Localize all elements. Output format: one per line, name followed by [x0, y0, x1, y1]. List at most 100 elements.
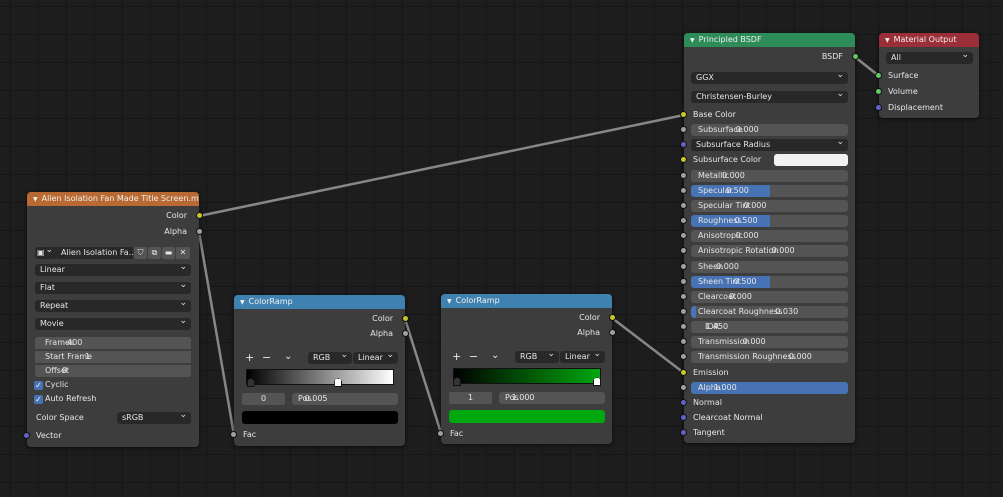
input-fac-socket[interactable]: [437, 430, 444, 437]
output-alpha-socket[interactable]: [609, 329, 616, 336]
position-field[interactable]: Pos0.005: [292, 393, 398, 405]
extension-dropdown[interactable]: Repeat: [35, 297, 191, 312]
color-ramp-gradient[interactable]: [246, 369, 394, 385]
node-header[interactable]: ▼ ColorRamp: [441, 294, 612, 308]
node-header[interactable]: ▼ Principled BSDF: [684, 33, 855, 47]
input-vector-socket[interactable]: [23, 432, 30, 439]
input-transmission-roughness-slider[interactable]: Transmission Roughness0.000: [691, 351, 848, 363]
output-alpha-socket[interactable]: [402, 330, 409, 337]
input-volume-socket[interactable]: [875, 88, 882, 95]
input-normal-socket[interactable]: [680, 399, 687, 406]
duplicate-icon[interactable]: ⧉: [148, 247, 161, 259]
input-metallic-socket[interactable]: [680, 172, 687, 179]
input-tangent-socket[interactable]: [680, 429, 687, 436]
input-alpha-slider[interactable]: Alpha1.000: [691, 382, 848, 394]
input-subsurface-color-swatch[interactable]: [774, 154, 848, 166]
input-specular-tint-slider[interactable]: Specular Tint0.000: [691, 200, 848, 212]
distribution-dropdown[interactable]: GGX: [691, 69, 848, 84]
collapse-icon[interactable]: ▼: [240, 299, 245, 306]
input-specular-tint-socket[interactable]: [680, 202, 687, 209]
input-subsurface-slider[interactable]: Subsurface0.000: [691, 124, 848, 136]
input-specular-slider[interactable]: Specular0.500: [691, 185, 848, 197]
interpolation-dropdown[interactable]: Linear: [35, 261, 191, 276]
input-transmission-roughness-socket[interactable]: [680, 353, 687, 360]
image-browse-button[interactable]: ▣: [35, 244, 57, 259]
output-bsdf-socket[interactable]: [852, 53, 859, 60]
input-subsurface-color-socket[interactable]: [680, 156, 687, 163]
input-anisotropic-rotation-socket[interactable]: [680, 247, 687, 254]
output-alpha-socket[interactable]: [196, 228, 203, 235]
fake-user-shield-icon[interactable]: ⛉: [134, 247, 147, 259]
input-displacement-socket[interactable]: [875, 104, 882, 111]
input-specular-socket[interactable]: [680, 187, 687, 194]
collapse-icon[interactable]: ▼: [447, 298, 452, 305]
input-subsurface-socket[interactable]: [680, 126, 687, 133]
image-texture-node[interactable]: ▼ Alien Isolation Fan Made Title Screen.m…: [23, 192, 203, 447]
stop-index-field[interactable]: 1: [449, 392, 492, 404]
position-field[interactable]: Pos1.000: [499, 392, 605, 404]
node-header[interactable]: ▼ Alien Isolation Fan Made Title Screen.m…: [27, 192, 199, 206]
input-clearcoat-socket[interactable]: [680, 293, 687, 300]
input-surface-socket[interactable]: [875, 72, 882, 79]
input-transmission-socket[interactable]: [680, 338, 687, 345]
output-color-socket[interactable]: [402, 315, 409, 322]
image-name-field[interactable]: Alien Isolation Fa...: [57, 247, 133, 259]
remove-stop-button[interactable]: −: [262, 352, 271, 364]
input-emission-socket[interactable]: [680, 369, 687, 376]
input-roughness-slider[interactable]: Roughness0.500: [691, 215, 848, 227]
projection-dropdown[interactable]: Flat: [35, 279, 191, 294]
start-frame-field[interactable]: Start Frame1: [35, 351, 191, 363]
colorramp-node-1[interactable]: ▼ColorRamp Color Alpha +− ⌄ RGBLinear 0 Pos0.00…: [230, 295, 409, 446]
source-dropdown[interactable]: Movie: [35, 315, 191, 330]
color-mode-dropdown[interactable]: RGB: [515, 348, 559, 363]
input-subsurface-radius-socket[interactable]: [680, 141, 687, 148]
subsurface-method-dropdown[interactable]: Christensen-Burley: [691, 88, 848, 103]
input-clearcoat-roughness-socket[interactable]: [680, 308, 687, 315]
input-transmission-slider[interactable]: Transmission0.000: [691, 336, 848, 348]
offset-field[interactable]: Offset0: [35, 365, 191, 377]
input-anisotropic-socket[interactable]: [680, 232, 687, 239]
input-clearcoat-normal-socket[interactable]: [680, 414, 687, 421]
stop-color-swatch[interactable]: [242, 411, 398, 424]
ramp-menu-chevron-icon[interactable]: ⌄: [491, 350, 499, 362]
color-ramp-gradient[interactable]: [453, 368, 601, 384]
input-roughness-socket[interactable]: [680, 217, 687, 224]
collapse-icon[interactable]: ▼: [690, 37, 695, 44]
input-metallic-slider[interactable]: Metallic0.000: [691, 170, 848, 182]
input-clearcoat-slider[interactable]: Clearcoat0.000: [691, 291, 848, 303]
target-dropdown[interactable]: All: [886, 49, 973, 64]
input-base-color-socket[interactable]: [680, 111, 687, 118]
interpolation-dropdown[interactable]: Linear: [560, 348, 605, 363]
output-color-socket[interactable]: [196, 212, 203, 219]
open-folder-icon[interactable]: ▬: [162, 247, 175, 259]
unlink-x-icon[interactable]: ✕: [176, 247, 190, 259]
input-sheen-slider[interactable]: Sheen0.000: [691, 261, 848, 273]
stop-index-field[interactable]: 0: [242, 393, 285, 405]
add-stop-button[interactable]: +: [452, 351, 461, 363]
input-ior-field[interactable]: IOR1.450: [691, 321, 848, 333]
input-anisotropic-rotation-slider[interactable]: Anisotropic Rotation0.000: [691, 245, 848, 257]
ramp-menu-chevron-icon[interactable]: ⌄: [284, 351, 292, 363]
color-space-dropdown[interactable]: sRGB: [117, 409, 191, 424]
node-header[interactable]: ▼ ColorRamp: [234, 295, 405, 309]
principled-bsdf-node[interactable]: ▼Principled BSDF BSDF GGX Christensen-Bu…: [680, 33, 859, 443]
color-mode-dropdown[interactable]: RGB: [308, 349, 352, 364]
input-ior-socket[interactable]: [680, 323, 687, 330]
output-color-socket[interactable]: [609, 314, 616, 321]
frames-field[interactable]: Frames400: [35, 337, 191, 349]
material-output-node[interactable]: ▼Material Output All Surface Volume Disp…: [875, 33, 979, 118]
add-stop-button[interactable]: +: [245, 352, 254, 364]
input-fac-socket[interactable]: [230, 431, 237, 438]
collapse-icon[interactable]: ▼: [33, 196, 38, 203]
collapse-icon[interactable]: ▼: [885, 37, 890, 44]
colorramp-node-2[interactable]: ▼ColorRamp Color Alpha +− ⌄ RGBLinear 1 Pos1.00…: [437, 294, 616, 444]
input-sheen-tint-socket[interactable]: [680, 278, 687, 285]
interpolation-dropdown[interactable]: Linear: [353, 349, 398, 364]
auto-refresh-checkbox[interactable]: ✓: [34, 395, 43, 404]
node-header[interactable]: ▼ Material Output: [879, 33, 979, 47]
remove-stop-button[interactable]: −: [469, 351, 478, 363]
input-anisotropic-slider[interactable]: Anisotropic0.000: [691, 230, 848, 242]
input-clearcoat-roughness-slider[interactable]: Clearcoat Roughness0.030: [691, 306, 848, 318]
input-sheen-socket[interactable]: [680, 263, 687, 270]
input-subsurface-radius-dropdown[interactable]: Subsurface Radius: [691, 136, 848, 151]
